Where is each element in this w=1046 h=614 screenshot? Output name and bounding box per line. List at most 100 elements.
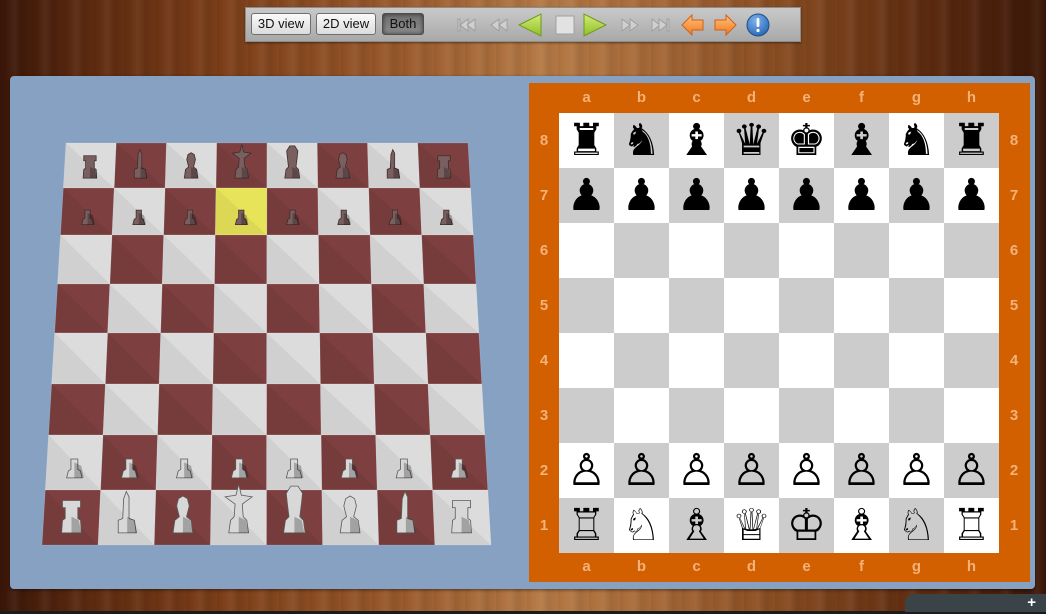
square-b5[interactable] [614,278,669,333]
square-f1[interactable]: ♗ [834,498,889,553]
piece-b7[interactable]: ♟ [622,173,661,218]
square-e5[interactable] [779,278,834,333]
square-d2[interactable]: ♙ [724,443,779,498]
play-forward-icon[interactable] [583,13,607,37]
square-f5[interactable] [834,278,889,333]
piece-h8[interactable]: ♜ [952,118,991,163]
square-a5[interactable] [559,278,614,333]
2d-view-button[interactable]: 2D view [316,13,376,35]
2d-board[interactable]: ♜ ♞ ♝ ♛ ♚ ♝ ♞ ♜ ♟ ♟ ♟ ♟ ♟ ♟ ♟ ♟ ♙ ♙ ♙ ♙ ♙ ♙ ♙ ♙ ♖ ♘ ♗ ♕ ♔ ♗ ♘ ♖ [559,113,999,553]
square-d7[interactable]: ♟ [724,168,779,223]
piece-c7[interactable]: ♟ [677,173,716,218]
square-e8[interactable]: ♚ [779,113,834,168]
square-c8[interactable]: ♝ [669,113,724,168]
piece-d7[interactable]: ♟ [732,173,771,218]
square-c3[interactable] [669,388,724,443]
square-b4[interactable] [614,333,669,388]
square-c5[interactable] [669,278,724,333]
square-a2[interactable]: ♙ [559,443,614,498]
first-move-icon[interactable] [455,13,479,37]
square-e6[interactable] [779,223,834,278]
square-e7[interactable]: ♟ [779,168,834,223]
piece-f8[interactable]: ♝ [842,118,881,163]
square-h4[interactable] [944,333,999,388]
square-h6[interactable] [944,223,999,278]
square-c2[interactable]: ♙ [669,443,724,498]
piece-e1[interactable]: ♔ [787,503,826,548]
square-h3[interactable] [944,388,999,443]
piece-g8[interactable]: ♞ [897,118,936,163]
square-b6[interactable] [614,223,669,278]
piece-e7[interactable]: ♟ [787,173,826,218]
plus-icon[interactable]: + [1027,594,1036,611]
play-backward-icon[interactable] [518,13,542,37]
square-b7[interactable]: ♟ [614,168,669,223]
square-g2[interactable]: ♙ [889,443,944,498]
square-h2[interactable]: ♙ [944,443,999,498]
piece-f1[interactable]: ♗ [842,503,881,548]
square-d4[interactable] [724,333,779,388]
piece-h1[interactable]: ♖ [952,503,991,548]
square-b8[interactable]: ♞ [614,113,669,168]
piece-h7[interactable]: ♟ [952,173,991,218]
square-f7[interactable]: ♟ [834,168,889,223]
square-h7[interactable]: ♟ [944,168,999,223]
square-c1[interactable]: ♗ [669,498,724,553]
square-g6[interactable] [889,223,944,278]
square-a3[interactable] [559,388,614,443]
undo-arrow-icon[interactable] [681,13,705,37]
square-h8[interactable]: ♜ [944,113,999,168]
square-g4[interactable] [889,333,944,388]
square-c4[interactable] [669,333,724,388]
piece-e8[interactable]: ♚ [787,118,826,163]
piece-h2[interactable]: ♙ [952,448,991,493]
square-g7[interactable]: ♟ [889,168,944,223]
square-e3[interactable] [779,388,834,443]
square-d8[interactable]: ♛ [724,113,779,168]
square-a8[interactable]: ♜ [559,113,614,168]
square-f3[interactable] [834,388,889,443]
square-e4[interactable] [779,333,834,388]
square-b3[interactable] [614,388,669,443]
expand-bar[interactable]: + [905,594,1046,612]
stop-icon[interactable] [553,13,577,37]
piece-g7[interactable]: ♟ [897,173,936,218]
square-g5[interactable] [889,278,944,333]
square-d3[interactable] [724,388,779,443]
piece-d8[interactable]: ♛ [732,118,771,163]
both-view-button[interactable]: Both [382,13,424,35]
piece-a1[interactable]: ♖ [567,503,606,548]
square-a6[interactable] [559,223,614,278]
square-a7[interactable]: ♟ [559,168,614,223]
piece-a7[interactable]: ♟ [567,173,606,218]
rewind-icon[interactable] [488,13,512,37]
last-move-icon[interactable] [648,13,672,37]
piece-b8[interactable]: ♞ [622,118,661,163]
square-d6[interactable] [724,223,779,278]
square-h5[interactable] [944,278,999,333]
square-a1[interactable]: ♖ [559,498,614,553]
piece-g1[interactable]: ♘ [897,503,936,548]
piece-g2[interactable]: ♙ [897,448,936,493]
piece-f7[interactable]: ♟ [842,173,881,218]
3d-view-button[interactable]: 3D view [251,13,311,35]
piece-d1[interactable]: ♕ [732,503,771,548]
square-a4[interactable] [559,333,614,388]
square-g3[interactable] [889,388,944,443]
piece-e2[interactable]: ♙ [787,448,826,493]
piece-c8[interactable]: ♝ [677,118,716,163]
info-icon[interactable] [746,13,770,37]
piece-c1[interactable]: ♗ [677,503,716,548]
square-e1[interactable]: ♔ [779,498,834,553]
piece-a2[interactable]: ♙ [567,448,606,493]
piece-b2[interactable]: ♙ [622,448,661,493]
piece-b1[interactable]: ♘ [622,503,661,548]
square-f4[interactable] [834,333,889,388]
square-c6[interactable] [669,223,724,278]
square-c7[interactable]: ♟ [669,168,724,223]
square-b2[interactable]: ♙ [614,443,669,498]
square-h1[interactable]: ♖ [944,498,999,553]
piece-f2[interactable]: ♙ [842,448,881,493]
fast-forward-icon[interactable] [617,13,641,37]
square-f6[interactable] [834,223,889,278]
